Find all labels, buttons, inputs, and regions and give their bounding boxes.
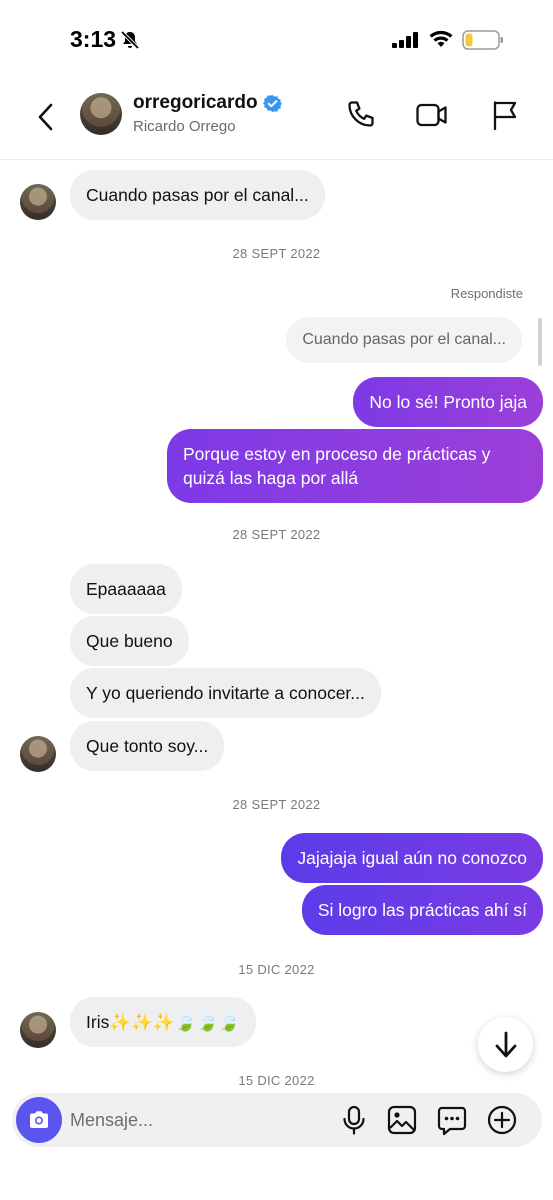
incoming-message[interactable]: Cuando pasas por el canal... [70, 170, 325, 220]
incoming-message[interactable]: Epaaaaaa [70, 564, 182, 614]
message-line: Porque estoy en proceso de prácticas y [183, 444, 491, 464]
incoming-message[interactable]: Que bueno [70, 616, 189, 666]
incoming-message[interactable]: Iris✨✨✨🍃🍃🍃 [70, 997, 257, 1047]
username-row[interactable]: orregoricardo [133, 92, 282, 114]
full-name: Ricardo Orrego [133, 118, 236, 135]
scrollbar[interactable] [538, 318, 542, 366]
image-icon[interactable] [386, 1104, 418, 1136]
sticker-icon[interactable] [436, 1104, 468, 1136]
battery-icon [462, 30, 503, 50]
wifi-icon [429, 30, 453, 47]
scroll-to-bottom-button[interactable] [478, 1017, 533, 1072]
outgoing-message[interactable]: No lo sé! Pronto jaja [353, 377, 543, 427]
message-line: quizá las haga por allá [183, 468, 359, 488]
replied-label: Respondiste [450, 286, 523, 301]
date-separator: 15 DIC 2022 [238, 1073, 315, 1088]
avatar[interactable] [20, 1012, 56, 1048]
outgoing-message[interactable]: Si logro las prácticas ahí sí [301, 885, 543, 935]
incoming-message[interactable]: Que tonto soy... [70, 721, 225, 771]
outgoing-message[interactable]: Jajajaja igual aún no conozco [281, 833, 543, 883]
microphone-icon[interactable] [338, 1104, 370, 1136]
arrow-down-icon [495, 1031, 516, 1057]
verified-badge-icon [262, 94, 282, 112]
date-separator: 15 DIC 2022 [238, 962, 315, 977]
bell-off-icon [120, 30, 140, 50]
status-time: 3:13 [70, 26, 117, 52]
back-icon[interactable] [32, 97, 60, 137]
camera-icon [30, 1111, 48, 1128]
status-bar: 3:13 [0, 0, 553, 80]
flag-icon[interactable] [488, 98, 522, 132]
avatar[interactable] [20, 736, 56, 772]
username[interactable]: orregoricardo [133, 92, 258, 114]
signal-icon [392, 32, 418, 48]
date-separator: 28 SEPT 2022 [232, 246, 321, 261]
reply-quote[interactable]: Cuando pasas por el canal... [286, 317, 522, 363]
outgoing-message[interactable]: Porque estoy en proceso de prácticas y q… [167, 429, 543, 503]
date-separator: 28 SEPT 2022 [232, 797, 321, 812]
incoming-message[interactable]: Y yo queriendo invitarte a conocer... [70, 668, 381, 718]
phone-icon[interactable] [345, 98, 379, 132]
message-input[interactable] [70, 1093, 330, 1147]
plus-icon[interactable] [486, 1104, 518, 1136]
date-separator: 28 SEPT 2022 [232, 527, 321, 542]
camera-button[interactable] [16, 1097, 62, 1143]
chat-header: orregoricardo Ricardo Orrego [0, 80, 553, 160]
video-icon[interactable] [415, 98, 449, 132]
avatar[interactable] [80, 93, 122, 135]
message-composer [12, 1093, 542, 1147]
avatar[interactable] [20, 184, 56, 220]
